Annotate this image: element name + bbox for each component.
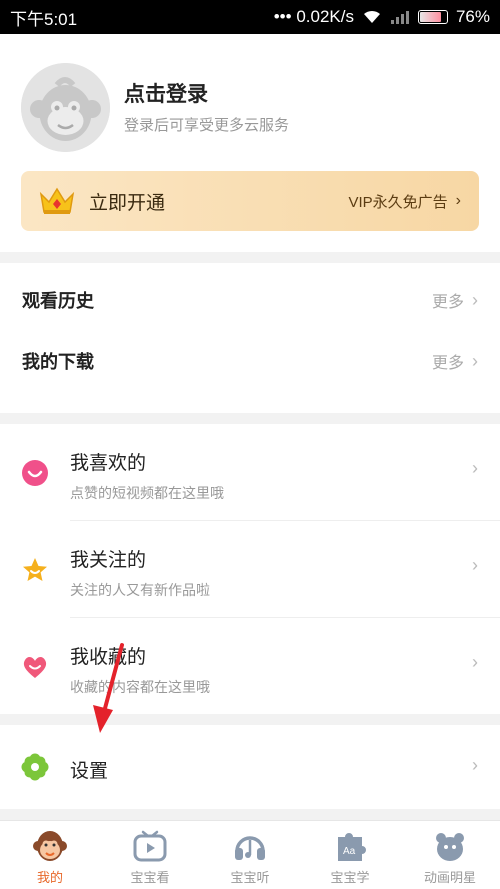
headphones-icon: [235, 836, 265, 860]
login-subtitle: 登录后可享受更多云服务: [124, 117, 290, 134]
my-collections-title: 我收藏的: [70, 647, 147, 668]
my-downloads-row[interactable]: 我的下载 更多 ›: [0, 331, 500, 391]
tab-baby-listen[interactable]: 宝宝听: [200, 821, 300, 889]
star-icon: [23, 558, 47, 581]
chevron-right-icon: ›: [472, 652, 478, 672]
vip-banner[interactable]: 立即开通 VIP永久免广告 ›: [21, 171, 479, 231]
chevron-right-icon: ›: [472, 289, 478, 310]
watch-history-label: 观看历史: [22, 291, 94, 311]
vip-open-label: 立即开通: [89, 192, 166, 214]
wifi-icon: [363, 10, 380, 23]
watch-history-row[interactable]: 观看历史 更多 ›: [0, 270, 500, 330]
my-follows-title: 我关注的: [70, 550, 147, 571]
battery-icon: [417, 10, 448, 24]
status-time: 下午5:01: [10, 9, 78, 29]
svg-text:Aa: Aa: [343, 846, 356, 857]
login-title[interactable]: 点击登录: [124, 78, 208, 108]
profile-header: 点击登录 登录后可享受更多云服务 立即开通 VIP永久免广告 ›: [0, 34, 500, 252]
chevron-right-icon: ›: [472, 458, 478, 478]
monkey-avatar-icon: [21, 63, 110, 152]
puzzle-icon: Aa: [338, 833, 366, 861]
settings-row[interactable]: 设置 ›: [0, 725, 500, 809]
tab-cartoon-stars-label: 动画明星: [423, 870, 476, 885]
my-follows-subtitle: 关注的人又有新作品啦: [70, 582, 210, 598]
my-collections-subtitle: 收藏的内容都在这里哦: [70, 679, 210, 695]
monkey-icon: [33, 831, 67, 861]
chevron-right-icon: ›: [455, 192, 461, 209]
network-speed: ••• 0.02K/s: [273, 7, 354, 26]
signal-icon: [390, 11, 409, 24]
battery-percent: 76%: [455, 7, 490, 26]
tab-cartoon-stars[interactable]: 动画明星: [400, 821, 500, 889]
tab-mine[interactable]: 我的: [0, 821, 100, 889]
gear-flower-icon: [21, 753, 49, 781]
heart-smile-icon: [22, 460, 48, 486]
my-collections-row[interactable]: 我收藏的 收藏的内容都在这里哦 ›: [0, 618, 500, 714]
chevron-right-icon: ›: [472, 350, 478, 371]
avatar[interactable]: [21, 63, 110, 152]
history-download-section: 观看历史 更多 › 我的下载 更多 ›: [0, 263, 500, 413]
vip-promo-text: VIP永久免广告: [348, 193, 448, 211]
cartoon-icon: [436, 833, 464, 861]
my-likes-subtitle: 点赞的短视频都在这里哦: [70, 485, 224, 501]
tab-baby-watch[interactable]: 宝宝看: [100, 821, 200, 889]
tab-mine-label: 我的: [36, 870, 63, 885]
status-bar: 下午5:01 ••• 0.02K/s 76%: [0, 0, 500, 34]
tab-baby-learn[interactable]: Aa 宝宝学: [300, 821, 400, 889]
my-downloads-label: 我的下载: [22, 352, 94, 372]
tv-play-icon: [133, 830, 167, 862]
heart-icon: [23, 657, 47, 678]
my-likes-row[interactable]: 我喜欢的 点赞的短视频都在这里哦 ›: [0, 424, 500, 520]
settings-section: 设置 ›: [0, 725, 500, 809]
tab-baby-listen-label: 宝宝听: [230, 870, 270, 885]
watch-history-more[interactable]: 更多: [432, 288, 464, 312]
bottom-tab-bar: 我的 宝宝看 宝宝听 Aa 宝宝学 动画明星: [0, 820, 500, 889]
chevron-right-icon: ›: [472, 555, 478, 575]
my-downloads-more[interactable]: 更多: [432, 349, 464, 373]
my-follows-row[interactable]: 我关注的 关注的人又有新作品啦 ›: [0, 521, 500, 617]
tab-baby-watch-label: 宝宝看: [130, 870, 170, 885]
crown-icon: [39, 187, 75, 214]
chevron-right-icon: ›: [472, 755, 478, 775]
settings-label: 设置: [70, 761, 109, 782]
favorites-section: 我喜欢的 点赞的短视频都在这里哦 › 我关注的 关注的人又有新作品啦 › 我收藏…: [0, 424, 500, 714]
tab-baby-learn-label: 宝宝学: [330, 870, 370, 885]
my-likes-title: 我喜欢的: [70, 453, 147, 474]
